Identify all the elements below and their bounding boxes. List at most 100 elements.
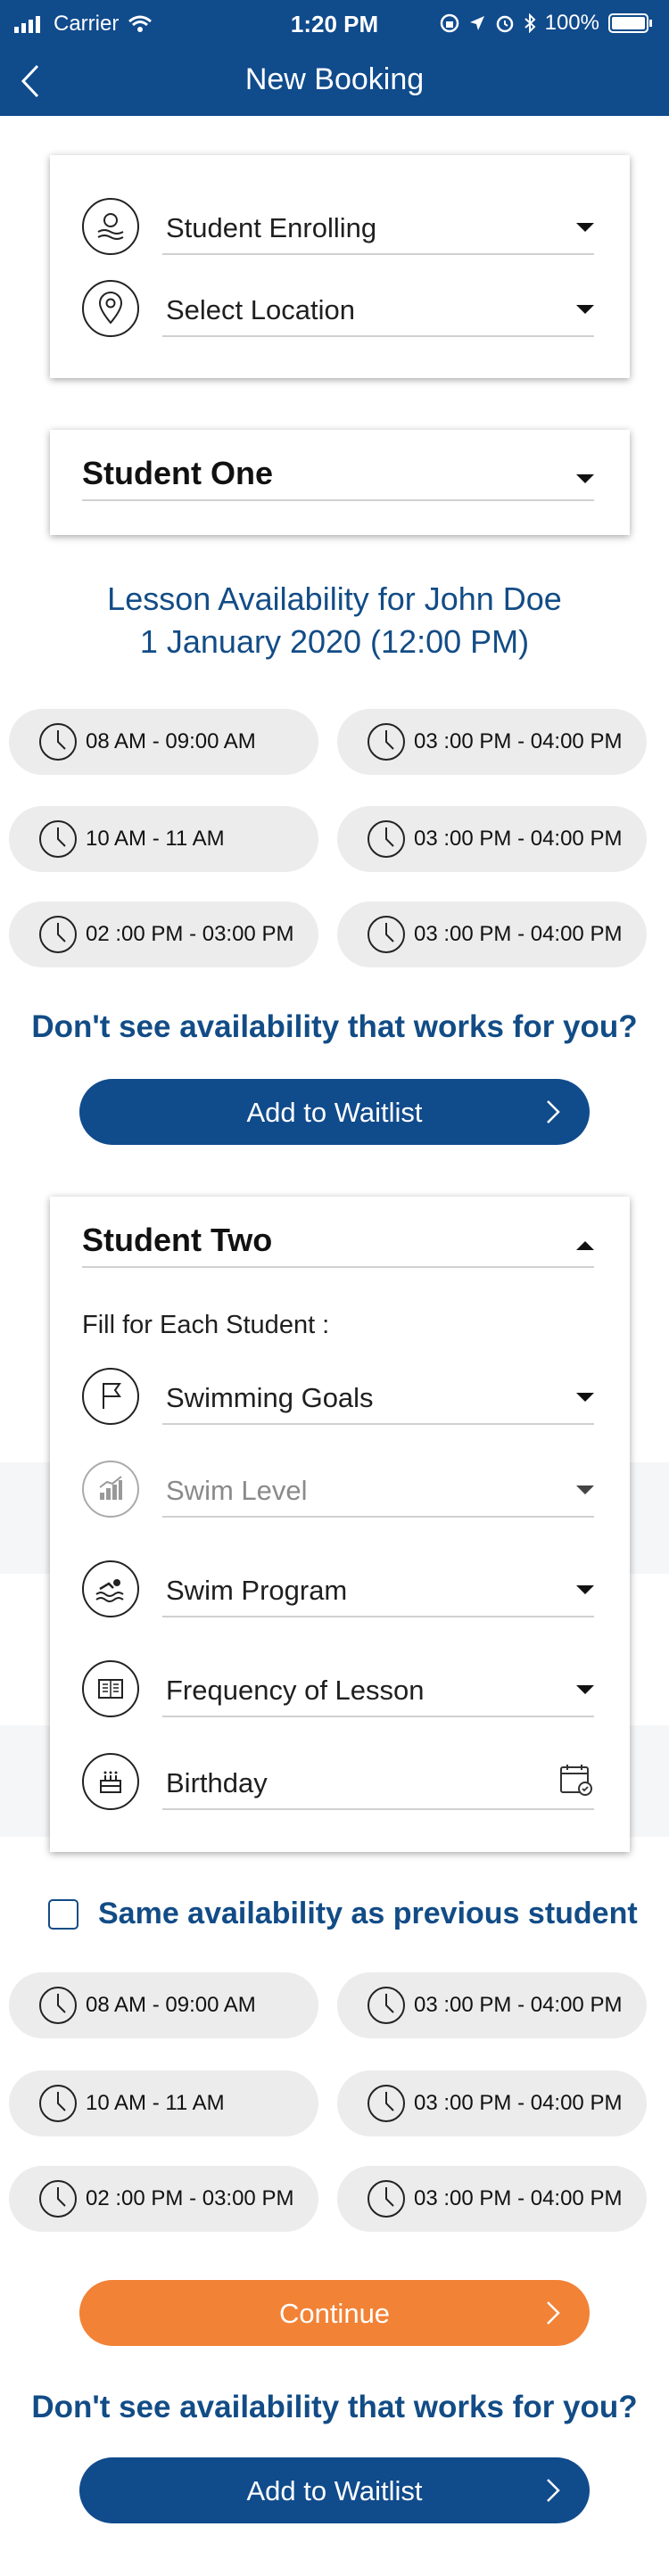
swim-level-dropdown[interactable]: Swim Level	[162, 1459, 594, 1518]
caret-down-icon	[576, 1585, 594, 1594]
time-slot-label: 03 :00 PM - 04:00 PM	[414, 2186, 623, 2210]
frequency-dropdown[interactable]: Frequency of Lesson	[162, 1658, 594, 1717]
time-slot-label: 02 :00 PM - 03:00 PM	[86, 922, 294, 946]
page-title: New Booking	[244, 62, 425, 96]
battery-icon	[608, 13, 652, 33]
clock-icon	[368, 1987, 405, 2024]
time-slot-label: 03 :00 PM - 04:00 PM	[414, 1993, 623, 2017]
caret-down-icon	[576, 305, 594, 314]
orientation-lock-icon	[440, 13, 458, 33]
add-to-waitlist-label: Add to Waitlist	[246, 2475, 423, 2506]
clock-icon	[368, 2180, 405, 2218]
clock-icon	[368, 2085, 405, 2122]
add-to-waitlist-label: Add to Waitlist	[246, 1097, 423, 1128]
time-slot-label: 02 :00 PM - 03:00 PM	[86, 2186, 294, 2210]
caret-up-icon	[576, 1241, 594, 1250]
continue-label: Continue	[278, 2298, 391, 2329]
clock-icon	[39, 2085, 77, 2122]
time-slot[interactable]: 03 :00 PM - 04:00 PM	[337, 2070, 647, 2136]
caret-down-icon	[576, 1393, 594, 1402]
time-slot-label: 08 AM - 09:00 AM	[86, 1993, 256, 2017]
book-icon	[82, 1660, 139, 1717]
same-availability-label: Same availability as previous student	[98, 1897, 638, 1930]
clock-icon	[368, 916, 405, 953]
select-location-row[interactable]: Select Location	[82, 278, 594, 341]
level-chart-icon	[82, 1461, 139, 1518]
time-slot[interactable]: 08 AM - 09:00 AM	[9, 1972, 318, 2038]
birthday-field[interactable]: Birthday	[162, 1751, 594, 1810]
caret-down-icon	[576, 223, 594, 232]
time-slot[interactable]: 03 :00 PM - 04:00 PM	[337, 806, 647, 872]
student-two-card: Student Two Fill for Each Student : Swim…	[50, 1197, 630, 1852]
status-bar: Carrier 1:20 PM 100%	[0, 0, 669, 48]
alarm-icon	[496, 15, 513, 33]
time-slot-label: 03 :00 PM - 04:00 PM	[414, 729, 623, 753]
swimming-goals-dropdown[interactable]: Swimming Goals	[162, 1366, 594, 1425]
chevron-right-icon	[547, 1100, 560, 1123]
chevron-right-icon	[547, 2301, 560, 2325]
bluetooth-icon	[524, 13, 536, 33]
frequency-label: Frequency of Lesson	[166, 1675, 425, 1706]
location-pin-icon	[82, 280, 139, 337]
flag-icon	[82, 1368, 139, 1425]
time-slot-label: 03 :00 PM - 04:00 PM	[414, 2091, 623, 2115]
student-one-card[interactable]: Student One	[50, 430, 630, 535]
student-enrolling-label: Student Enrolling	[166, 212, 377, 243]
select-location-dropdown[interactable]: Select Location	[162, 278, 594, 337]
caret-down-icon	[576, 1486, 594, 1494]
swim-program-label: Swim Program	[166, 1575, 348, 1606]
time-slot-label: 03 :00 PM - 04:00 PM	[414, 922, 623, 946]
time-slot[interactable]: 03 :00 PM - 04:00 PM	[337, 709, 647, 775]
add-to-waitlist-button[interactable]: Add to Waitlist	[79, 1079, 590, 1145]
time-slot[interactable]: 03 :00 PM - 04:00 PM	[337, 901, 647, 967]
student-two-dropdown[interactable]: Student Two	[82, 1197, 594, 1268]
calendar-icon[interactable]	[558, 1762, 594, 1798]
time-slot[interactable]: 02 :00 PM - 03:00 PM	[9, 901, 318, 967]
battery-percent: 100%	[544, 11, 599, 35]
cake-icon	[82, 1753, 139, 1810]
birthday-label: Birthday	[166, 1767, 268, 1798]
clock-icon	[39, 820, 77, 858]
clock-icon	[39, 2180, 77, 2218]
student-enrolling-row[interactable]: Student Enrolling	[82, 196, 594, 259]
clock-icon	[368, 723, 405, 761]
swimmer-icon	[82, 1560, 139, 1617]
swim-program-row[interactable]: Swim Program	[82, 1559, 594, 1621]
same-availability-checkbox[interactable]	[48, 1899, 78, 1930]
time-slot-label: 10 AM - 11 AM	[86, 827, 225, 851]
chevron-right-icon	[547, 2479, 560, 2502]
add-to-waitlist-button[interactable]: Add to Waitlist	[79, 2457, 590, 2523]
frequency-row[interactable]: Frequency of Lesson	[82, 1658, 594, 1721]
availability-title-line1: Lesson Availability for John Doe	[107, 580, 562, 617]
time-slot[interactable]: 10 AM - 11 AM	[9, 2070, 318, 2136]
swim-level-label: Swim Level	[166, 1475, 308, 1506]
swimming-goals-label: Swimming Goals	[166, 1382, 374, 1413]
clock-icon	[39, 1987, 77, 2024]
availability-title: Lesson Availability for John Doe 1 Janua…	[0, 578, 669, 663]
student-enrolling-dropdown[interactable]: Student Enrolling	[162, 196, 594, 255]
time-slot[interactable]: 03 :00 PM - 04:00 PM	[337, 1972, 647, 2038]
time-slot-label: 08 AM - 09:00 AM	[86, 729, 256, 753]
time-slot[interactable]: 02 :00 PM - 03:00 PM	[9, 2166, 318, 2232]
enrollment-card: Student Enrolling Select Location	[50, 155, 630, 378]
continue-button[interactable]: Continue	[79, 2280, 590, 2346]
time-slot[interactable]: 08 AM - 09:00 AM	[9, 709, 318, 775]
time-slot-label: 03 :00 PM - 04:00 PM	[414, 827, 623, 851]
clock-icon	[368, 820, 405, 858]
student-one-label: Student One	[82, 455, 273, 491]
select-location-label: Select Location	[166, 294, 355, 325]
student-one-dropdown[interactable]: Student One	[82, 430, 594, 501]
clock-icon	[39, 723, 77, 761]
caret-down-icon	[576, 1685, 594, 1694]
birthday-row[interactable]: Birthday	[82, 1751, 594, 1814]
waitlist-prompt: Don't see availability that works for yo…	[31, 2390, 638, 2424]
time-slot[interactable]: 10 AM - 11 AM	[9, 806, 318, 872]
swimming-goals-row[interactable]: Swimming Goals	[82, 1366, 594, 1428]
swim-program-dropdown[interactable]: Swim Program	[162, 1559, 594, 1617]
time-slot[interactable]: 03 :00 PM - 04:00 PM	[337, 2166, 647, 2232]
caret-down-icon	[576, 474, 594, 483]
fill-for-each-label: Fill for Each Student :	[82, 1311, 330, 1339]
student-two-label: Student Two	[82, 1222, 273, 1258]
swim-level-row[interactable]: Swim Level	[82, 1459, 594, 1521]
clock-icon	[39, 916, 77, 953]
